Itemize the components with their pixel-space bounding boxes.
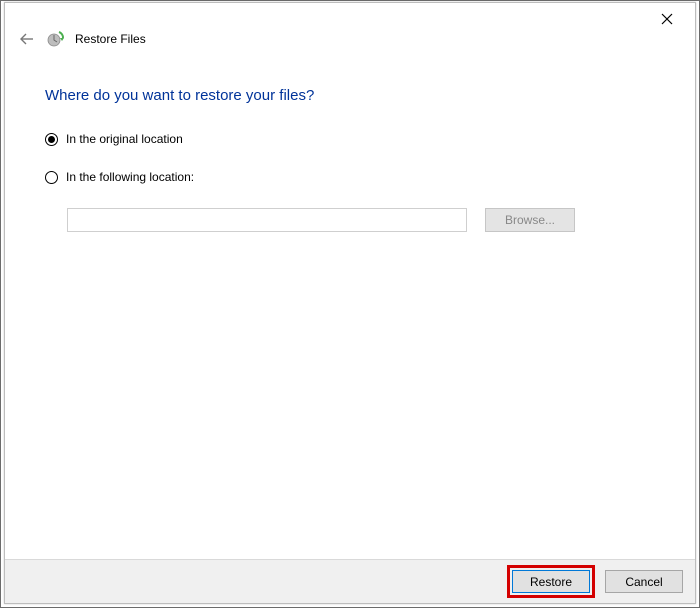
restore-label: Restore [530,575,572,589]
cancel-button[interactable]: Cancel [605,570,683,593]
radio-following-label: In the following location: [66,170,194,184]
cancel-label: Cancel [625,575,662,589]
radio-icon [45,171,58,184]
radio-original-label: In the original location [66,132,183,146]
dialog-frame: Restore Files Where do you want to resto… [0,0,700,608]
radio-icon [45,133,58,146]
header-row: Restore Files [5,29,695,59]
restore-files-window: Restore Files Where do you want to resto… [4,2,696,604]
restore-button[interactable]: Restore [512,570,590,593]
back-arrow-icon[interactable] [17,29,37,49]
path-row: Browse... [67,208,685,232]
page-title: Restore Files [75,32,146,46]
close-button[interactable] [647,7,687,31]
radio-following-location[interactable]: In the following location: [45,170,685,184]
browse-label: Browse... [505,213,555,227]
footer-bar: Restore Cancel [5,559,695,603]
radio-original-location[interactable]: In the original location [45,132,685,146]
radio-selected-dot [48,136,55,143]
browse-button: Browse... [485,208,575,232]
restore-files-icon [47,30,65,48]
content-area: Where do you want to restore your files?… [5,59,695,559]
restore-path-input[interactable] [67,208,467,232]
question-heading: Where do you want to restore your files? [45,87,685,104]
restore-highlight: Restore [507,565,595,598]
close-icon [660,12,674,26]
